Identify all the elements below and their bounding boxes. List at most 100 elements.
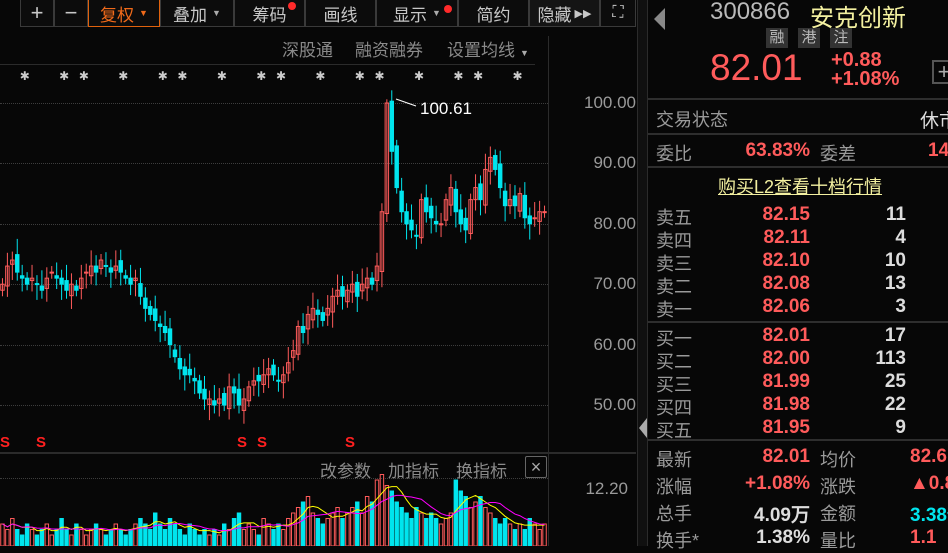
volume-bar [414,507,419,546]
candle-body [221,393,227,406]
s-signal-marker[interactable]: S [0,434,10,451]
candle-body [433,220,439,225]
volume-bar [542,523,547,546]
s-signal-marker[interactable]: S [257,434,267,451]
close-indicator-button[interactable]: × [525,456,547,478]
candle-body [54,275,59,279]
event-marker-icon[interactable]: ✱ [158,69,168,83]
volume-bar [192,529,197,546]
fullscreen-button[interactable]: ⛶ [600,0,636,27]
candle-body [84,271,89,274]
buy-l2-link[interactable]: 购买L2查看十档行情 [718,173,882,199]
event-marker-icon[interactable]: ✱ [355,69,365,83]
candle-body [424,197,429,213]
candle-body [118,260,123,273]
candle-body [414,234,419,237]
collapse-arrow-icon[interactable] [639,418,647,438]
volume-bar [231,518,237,546]
s-signal-marker[interactable]: S [237,434,247,451]
volume-bar [34,534,40,546]
axis-divider [548,36,549,546]
prev-stock-arrow-icon[interactable] [654,8,665,30]
bid-price: 81.95 [762,417,810,438]
volume-bar [29,529,35,546]
candle-body [340,286,345,297]
volume-bar [286,518,291,546]
volume-bar [271,529,276,546]
volume-bar [463,496,468,546]
weicha-label: 委差 [820,144,856,164]
volume-bar [389,490,394,546]
ask-price: 82.10 [762,250,810,271]
panel-splitter[interactable] [637,0,648,546]
candle-body [192,377,197,382]
candle-body [138,283,143,297]
candle-body [369,277,375,285]
event-marker-icon[interactable]: ✱ [256,69,266,83]
event-marker-icon[interactable]: ✱ [79,69,89,83]
change-params-button[interactable]: 改参数 [320,457,371,482]
event-marker-icon[interactable]: ✱ [276,69,286,83]
volume-bar [394,501,399,546]
event-marker-icon[interactable]: ✱ [59,69,69,83]
registration-tag: 注 [830,28,852,48]
volume-bar [473,501,478,546]
event-marker-icon[interactable]: ✱ [118,69,128,83]
volume-bar [118,529,123,546]
stat-value: 4.09万 [754,505,810,526]
event-marker-icon[interactable]: ✱ [177,69,187,83]
stat-label: 均价 [820,450,856,470]
bid-volume: 9 [895,417,906,438]
candle-body [404,211,409,225]
stat-label: 最新 [656,450,692,470]
volume-bar [79,529,84,546]
candle-body [236,388,242,406]
volume-bar [300,501,306,546]
candle-body [315,309,321,315]
volume-bar [44,523,50,546]
stat-label: 涨跌 [820,477,856,497]
volume-bar [522,529,528,546]
volume-bar [266,523,271,546]
stat-label: 总手 [656,504,692,524]
candle-body [123,275,128,279]
stock-name: 安克创新 [810,5,906,32]
candle-body [172,349,178,358]
switch-indicator-button[interactable]: 换指标 [456,457,507,482]
event-marker-icon[interactable]: ✱ [513,69,523,83]
volume-axis-tick: 12.20 [585,479,628,498]
s-signal-marker[interactable]: S [345,434,355,451]
event-marker-icon[interactable]: ✱ [315,69,325,83]
ask-price: 82.11 [763,227,811,248]
candle-body [355,281,360,297]
event-marker-icon[interactable]: ✱ [414,69,424,83]
volume-bar [15,529,20,546]
volume-bar [468,507,473,546]
volume-bar [157,523,163,546]
price-change-pct: +1.08% [831,68,900,90]
volume-bar [113,523,119,546]
volume-bar [325,518,330,546]
status-value: 休市 [920,111,948,132]
volume-bar [488,512,493,546]
event-marker-icon[interactable]: ✱ [20,69,30,83]
volume-bar [202,529,207,546]
ask-volume: 10 [884,250,906,271]
s-signal-marker[interactable]: S [36,434,46,451]
event-marker-icon[interactable]: ✱ [375,69,385,83]
bid-price: 82.00 [762,348,810,369]
event-marker-icon[interactable]: ✱ [473,69,483,83]
divider [648,133,948,135]
ask-price: 82.15 [762,204,810,225]
volume-bar [84,534,89,546]
stat-value: 82.6 [910,446,947,467]
event-marker-icon[interactable]: ✱ [217,69,227,83]
candle-body [108,267,114,273]
volume-bar [276,523,281,546]
event-marker-icon[interactable]: ✱ [453,69,463,83]
candle-body [512,195,518,207]
volume-bar [512,529,518,546]
add-watchlist-button[interactable]: + [932,60,948,84]
candle-body [167,328,173,346]
add-indicator-button[interactable]: 加指标 [388,457,439,482]
